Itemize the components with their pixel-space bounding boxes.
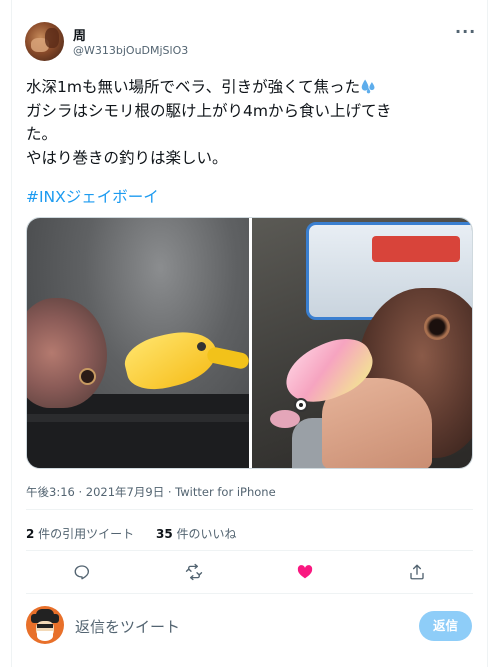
- reply-submit-button[interactable]: 返信: [419, 611, 472, 641]
- author-handle[interactable]: @W313bjOuDMjSlO3: [73, 44, 188, 57]
- quote-label: 件の引用ツイート: [34, 527, 135, 541]
- reply-icon: [74, 565, 90, 580]
- tweet-text: 水深1mも無い場所でベラ、引きが強くて焦った ガシラはシモリ根の駆け上がり4mか…: [26, 76, 466, 170]
- sweat-droplets-emoji: [361, 79, 375, 94]
- heart-icon: [297, 565, 313, 579]
- author-display-name[interactable]: 周: [73, 25, 86, 44]
- tweet-text-line: やはり巻きの釣りは楽しい。: [26, 148, 228, 167]
- share-icon: [410, 564, 424, 580]
- likes-stat[interactable]: 35 件のいいね: [156, 527, 237, 541]
- media-gallery: [26, 217, 473, 469]
- tweet-timestamp[interactable]: 午後3:16 · 2021年7月9日 · Twitter for iPhone: [26, 484, 276, 500]
- reply-input[interactable]: 返信をツイート: [75, 616, 180, 637]
- tweet-text-line: た。: [26, 125, 58, 143]
- more-options-icon[interactable]: ···: [455, 22, 476, 41]
- photo-scorpionfish-with-lure[interactable]: [252, 218, 472, 468]
- author-avatar[interactable]: [25, 22, 64, 61]
- engagement-stats: 2 件の引用ツイート 35 件のいいね: [26, 525, 255, 542]
- like-count: 35: [156, 527, 173, 541]
- photo-wrasse-with-lure[interactable]: [27, 218, 249, 468]
- tweet-text-line: 水深1mも無い場所でベラ、引きが強くて焦った: [26, 78, 361, 96]
- divider: [26, 509, 473, 510]
- divider: [26, 593, 473, 594]
- reply-button[interactable]: [71, 561, 93, 583]
- hashtag-link[interactable]: #INXジェイボーイ: [26, 185, 159, 207]
- tweet-text-line: ガシラはシモリ根の駆け上がり4mから食い上げてき: [26, 101, 392, 120]
- retweet-icon: [185, 563, 203, 581]
- quote-tweets-stat[interactable]: 2 件の引用ツイート: [26, 527, 134, 541]
- like-button[interactable]: [294, 561, 316, 583]
- like-label: 件のいいね: [172, 527, 237, 541]
- retweet-button[interactable]: [183, 561, 205, 583]
- current-user-avatar[interactable]: [26, 606, 64, 644]
- share-button[interactable]: [406, 561, 428, 583]
- divider: [26, 550, 473, 551]
